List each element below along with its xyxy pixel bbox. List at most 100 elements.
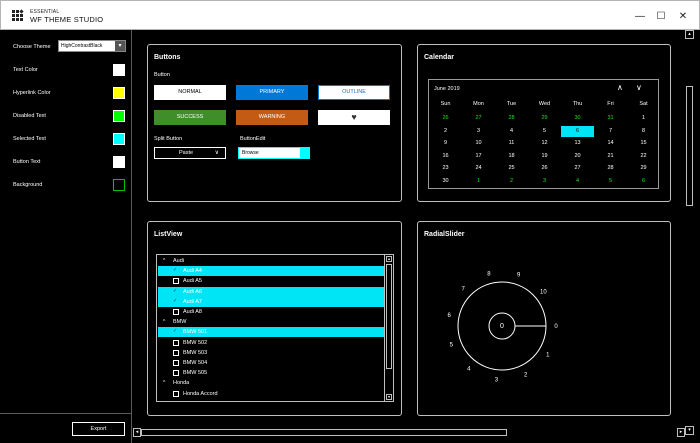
calendar-day[interactable]: 14 bbox=[594, 138, 627, 149]
list-item[interactable]: ✓ Audi A7 bbox=[158, 296, 385, 307]
button-edit-field[interactable]: Browse bbox=[238, 147, 310, 159]
chevron-down-icon[interactable]: ∨ bbox=[636, 83, 642, 92]
calendar-day[interactable]: 27 bbox=[561, 163, 594, 174]
collapse-caret-icon[interactable]: ^ bbox=[163, 256, 165, 266]
list-item[interactable]: ✓ BMW 501 bbox=[158, 327, 385, 338]
calendar-day[interactable]: 6 bbox=[627, 176, 660, 187]
button-text-swatch[interactable] bbox=[113, 156, 125, 168]
list-item[interactable]: Audi A8 bbox=[158, 307, 385, 317]
split-button[interactable]: Paste ∨ bbox=[154, 147, 226, 159]
background-swatch[interactable] bbox=[113, 179, 125, 191]
calendar-day[interactable]: 25 bbox=[495, 163, 528, 174]
main-vertical-thumb[interactable] bbox=[686, 86, 693, 206]
checkbox[interactable]: ✓ bbox=[173, 329, 179, 335]
list-item[interactable]: BMW 505 bbox=[158, 368, 385, 378]
checkbox[interactable] bbox=[173, 370, 179, 377]
list-group-header[interactable]: ^ Audi bbox=[158, 256, 385, 266]
main-vertical-scrollbar[interactable]: ▴ ▾ bbox=[685, 30, 695, 435]
list-group-header[interactable]: ^ BMW bbox=[158, 317, 385, 327]
checkbox[interactable] bbox=[173, 349, 179, 356]
calendar-day[interactable]: 8 bbox=[627, 126, 660, 137]
list-view[interactable]: ^ Audi ✓ Audi A4 Audi A5 ✓ Audi A6 ✓ Audi A7 Audi… bbox=[156, 254, 394, 402]
close-button[interactable]: ✕ bbox=[676, 10, 690, 24]
calendar-day[interactable]: 26 bbox=[429, 113, 462, 124]
checkbox[interactable]: ✓ bbox=[173, 288, 179, 295]
normal-button[interactable]: NORMAL bbox=[154, 85, 226, 100]
text-color-swatch[interactable] bbox=[113, 64, 125, 76]
calendar-day[interactable]: 9 bbox=[429, 138, 462, 149]
calendar-day[interactable]: 28 bbox=[495, 113, 528, 124]
scroll-down-icon[interactable]: ▾ bbox=[685, 426, 694, 435]
calendar-day[interactable]: 7 bbox=[594, 126, 627, 137]
list-item[interactable]: BMW 504 bbox=[158, 358, 385, 368]
checkbox[interactable]: ✓ bbox=[173, 268, 179, 274]
calendar-day[interactable]: 15 bbox=[627, 138, 660, 149]
calendar-day[interactable]: 19 bbox=[528, 151, 561, 162]
warning-button[interactable]: WARNING bbox=[236, 110, 308, 125]
checkbox[interactable]: ✓ bbox=[173, 298, 179, 305]
success-button[interactable]: SUCCESS bbox=[154, 110, 226, 125]
main-horizontal-scrollbar[interactable]: ◂ ▸ bbox=[133, 428, 685, 438]
list-item[interactable]: BMW 503 bbox=[158, 348, 385, 358]
theme-dropdown[interactable]: HighContrastBlack ▾ bbox=[58, 40, 126, 52]
radial-slider[interactable]: 0 0 1 2 3 4 5 6 7 8 9 10 bbox=[418, 222, 672, 417]
calendar-day[interactable]: 10 bbox=[462, 138, 495, 149]
calendar-day[interactable]: 28 bbox=[594, 163, 627, 174]
export-button[interactable]: Export bbox=[72, 422, 125, 436]
calendar-day[interactable]: 3 bbox=[462, 126, 495, 137]
calendar-day[interactable]: 18 bbox=[495, 151, 528, 162]
scroll-up-icon[interactable]: ▴ bbox=[386, 256, 392, 262]
list-item[interactable]: ✓ Audi A4 bbox=[158, 266, 385, 277]
calendar-day[interactable]: 11 bbox=[495, 138, 528, 149]
chevron-up-icon[interactable]: ∧ bbox=[617, 83, 623, 92]
calendar-day[interactable]: 1 bbox=[462, 176, 495, 187]
hyperlink-color-swatch[interactable] bbox=[113, 87, 125, 99]
calendar-day[interactable]: 3 bbox=[528, 176, 561, 187]
calendar-day[interactable]: 30 bbox=[561, 113, 594, 124]
calendar-day[interactable]: 23 bbox=[429, 163, 462, 174]
calendar-day[interactable]: 22 bbox=[627, 151, 660, 162]
maximize-button[interactable]: ☐ bbox=[654, 10, 668, 24]
calendar-day[interactable]: 2 bbox=[495, 176, 528, 187]
calendar-day[interactable]: 31 bbox=[594, 113, 627, 124]
calendar-day[interactable]: 5 bbox=[528, 126, 561, 137]
scroll-right-icon[interactable]: ▸ bbox=[677, 428, 685, 437]
calendar-day[interactable]: 16 bbox=[429, 151, 462, 162]
scroll-up-icon[interactable]: ▴ bbox=[685, 30, 694, 39]
checkbox[interactable] bbox=[173, 309, 179, 315]
calendar-day[interactable]: 29 bbox=[627, 163, 660, 174]
minimize-button[interactable]: — bbox=[633, 10, 647, 24]
disabled-text-swatch[interactable] bbox=[113, 110, 125, 122]
list-item[interactable]: BMW 502 bbox=[158, 338, 385, 348]
calendar-day[interactable]: 29 bbox=[528, 113, 561, 124]
heart-button[interactable]: ♥ bbox=[318, 110, 390, 125]
browse-button[interactable] bbox=[300, 148, 309, 158]
calendar-day[interactable]: 21 bbox=[594, 151, 627, 162]
scroll-left-icon[interactable]: ◂ bbox=[133, 428, 141, 437]
scroll-down-icon[interactable]: ▾ bbox=[386, 394, 392, 400]
calendar-day[interactable]: 1 bbox=[627, 113, 660, 124]
checkbox[interactable] bbox=[173, 360, 179, 366]
calendar-month[interactable]: June 2019 bbox=[434, 86, 460, 92]
outline-button[interactable]: OUTLINE bbox=[318, 85, 390, 100]
calendar-day[interactable]: 4 bbox=[561, 176, 594, 187]
calendar-day[interactable]: 2 bbox=[429, 126, 462, 137]
checkbox[interactable] bbox=[173, 339, 179, 346]
selected-text-swatch[interactable] bbox=[113, 133, 125, 145]
list-item[interactable]: ✓ Audi A6 bbox=[158, 286, 385, 297]
calendar-day[interactable]: 24 bbox=[462, 163, 495, 174]
checkbox[interactable] bbox=[173, 278, 179, 285]
calendar-day[interactable]: 27 bbox=[462, 113, 495, 124]
collapse-caret-icon[interactable]: ^ bbox=[163, 378, 165, 388]
list-scrollbar[interactable]: ▴ ▾ bbox=[384, 255, 393, 401]
main-horizontal-thumb[interactable] bbox=[141, 429, 507, 436]
calendar-day[interactable]: 4 bbox=[495, 126, 528, 137]
calendar-day[interactable]: 26 bbox=[528, 163, 561, 174]
checkbox[interactable] bbox=[173, 390, 179, 397]
calendar-day[interactable]: 17 bbox=[462, 151, 495, 162]
list-item[interactable]: Audi A5 bbox=[158, 276, 385, 286]
collapse-caret-icon[interactable]: ^ bbox=[163, 317, 165, 327]
calendar-day[interactable]: 5 bbox=[594, 176, 627, 187]
calendar-day-selected[interactable]: 6 bbox=[561, 125, 594, 137]
calendar-day[interactable]: 20 bbox=[561, 151, 594, 162]
